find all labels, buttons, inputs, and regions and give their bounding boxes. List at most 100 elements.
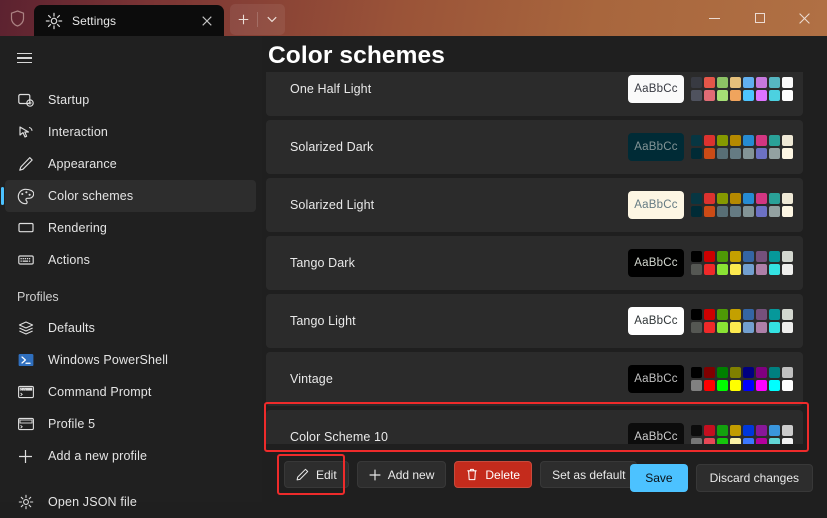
color-swatch — [717, 206, 728, 217]
scheme-preview-text: AaBbCc — [628, 307, 684, 335]
color-swatch — [743, 148, 754, 159]
new-tab-button[interactable] — [230, 6, 257, 33]
color-swatch — [782, 206, 793, 217]
scheme-preview: AaBbCc — [628, 423, 793, 444]
color-swatch — [717, 251, 728, 262]
minimize-button[interactable] — [692, 0, 737, 36]
sidebar-item-add-a-new-profile[interactable]: Add a new profile — [5, 440, 256, 472]
scheme-name: One Half Light — [290, 82, 628, 96]
scheme-preview-text: AaBbCc — [628, 249, 684, 277]
color-swatch — [717, 264, 728, 275]
close-button[interactable] — [782, 0, 827, 36]
color-swatch — [730, 380, 741, 391]
close-tab-icon[interactable] — [196, 10, 218, 32]
tab-dropdown-button[interactable] — [258, 6, 285, 33]
discard-changes-button[interactable]: Discard changes — [696, 464, 813, 492]
color-swatch — [704, 438, 715, 444]
scheme-row[interactable]: VintageAaBbCc — [266, 352, 803, 406]
delete-button[interactable]: Delete — [454, 461, 532, 488]
color-swatch — [691, 322, 702, 333]
sidebar-item-profile-5[interactable]: Profile 5 — [5, 408, 256, 440]
color-swatch — [743, 77, 754, 88]
scheme-swatch-grid — [691, 367, 793, 391]
scheme-swatch-grid — [691, 251, 793, 275]
tab-title: Settings — [72, 14, 196, 28]
set-as-default-button[interactable]: Set as default — [540, 461, 637, 488]
actions-icon — [17, 252, 34, 269]
pencil-icon — [296, 468, 309, 481]
sidebar-group-profiles: Profiles — [5, 282, 256, 312]
scheme-preview-text: AaBbCc — [628, 365, 684, 393]
color-swatch — [730, 206, 741, 217]
color-swatch — [769, 367, 780, 378]
color-swatch — [756, 206, 767, 217]
scheme-preview-text: AaBbCc — [628, 133, 684, 161]
color-swatch — [704, 251, 715, 262]
sidebar-item-startup[interactable]: Startup — [5, 84, 256, 116]
sidebar-item-label: Color schemes — [48, 189, 133, 203]
color-schemes-list: One Half LightAaBbCcSolarized DarkAaBbCc… — [262, 62, 827, 444]
color-swatch — [730, 148, 741, 159]
scheme-row[interactable]: Solarized DarkAaBbCc — [266, 120, 803, 174]
navigation-toggle[interactable] — [4, 40, 44, 76]
color-swatch — [730, 135, 741, 146]
sidebar-item-appearance[interactable]: Appearance — [5, 148, 256, 180]
set-as-default-button-label: Set as default — [552, 468, 625, 482]
color-swatch — [717, 193, 728, 204]
sidebar-item-label: Interaction — [48, 125, 108, 139]
sidebar-item-defaults[interactable]: Defaults — [5, 312, 256, 344]
color-swatch — [756, 251, 767, 262]
sidebar-item-color-schemes[interactable]: Color schemes — [5, 180, 256, 212]
edit-button[interactable]: Edit — [284, 461, 349, 488]
color-swatch — [717, 90, 728, 101]
scheme-name: Tango Dark — [290, 256, 628, 270]
color-swatch — [756, 309, 767, 320]
color-swatch — [743, 90, 754, 101]
color-swatch — [756, 90, 767, 101]
color-swatch — [730, 425, 741, 436]
scheme-name: Color Scheme 10 — [290, 430, 628, 444]
color-swatch — [717, 135, 728, 146]
color-swatch — [691, 309, 702, 320]
color-swatch — [769, 251, 780, 262]
scheme-preview: AaBbCc — [628, 75, 793, 103]
color-swatch — [769, 322, 780, 333]
spacer — [0, 472, 262, 486]
color-swatch — [782, 135, 793, 146]
color-swatch — [704, 206, 715, 217]
sidebar-item-actions[interactable]: Actions — [5, 244, 256, 276]
sidebar-item-rendering[interactable]: Rendering — [5, 212, 256, 244]
sidebar-item-label: Command Prompt — [48, 385, 152, 399]
scheme-row[interactable]: Solarized LightAaBbCc — [266, 178, 803, 232]
sidebar-item-command-prompt[interactable]: C:\ Command Prompt — [5, 376, 256, 408]
color-swatch — [704, 309, 715, 320]
scheme-preview: AaBbCc — [628, 191, 793, 219]
page-title: Color schemes — [262, 36, 827, 72]
color-swatch — [782, 425, 793, 436]
color-swatch — [730, 77, 741, 88]
sidebar-item-interaction[interactable]: Interaction — [5, 116, 256, 148]
color-swatch — [769, 148, 780, 159]
maximize-button[interactable] — [737, 0, 782, 36]
color-swatch — [730, 90, 741, 101]
gear-icon — [45, 12, 63, 30]
color-swatch — [743, 309, 754, 320]
color-swatch — [717, 322, 728, 333]
color-swatch — [782, 264, 793, 275]
sidebar-item-windows-powershell[interactable]: Windows PowerShell — [5, 344, 256, 376]
scheme-row[interactable]: Tango LightAaBbCc — [266, 294, 803, 348]
scheme-swatch-grid — [691, 425, 793, 444]
save-button[interactable]: Save — [630, 464, 687, 492]
sidebar-item-open-json-file[interactable]: Open JSON file — [5, 486, 256, 518]
scheme-row[interactable]: Tango DarkAaBbCc — [266, 236, 803, 290]
color-swatch — [704, 425, 715, 436]
scheme-name: Tango Light — [290, 314, 628, 328]
shield-icon — [0, 0, 34, 36]
color-swatch — [730, 322, 741, 333]
scheme-row[interactable]: Color Scheme 10AaBbCc — [266, 410, 803, 444]
appearance-icon — [17, 156, 34, 173]
add-new-button[interactable]: Add new — [357, 461, 447, 488]
tab-settings[interactable]: Settings — [34, 5, 224, 36]
color-swatch — [782, 309, 793, 320]
sidebar-item-label: Actions — [48, 253, 90, 267]
